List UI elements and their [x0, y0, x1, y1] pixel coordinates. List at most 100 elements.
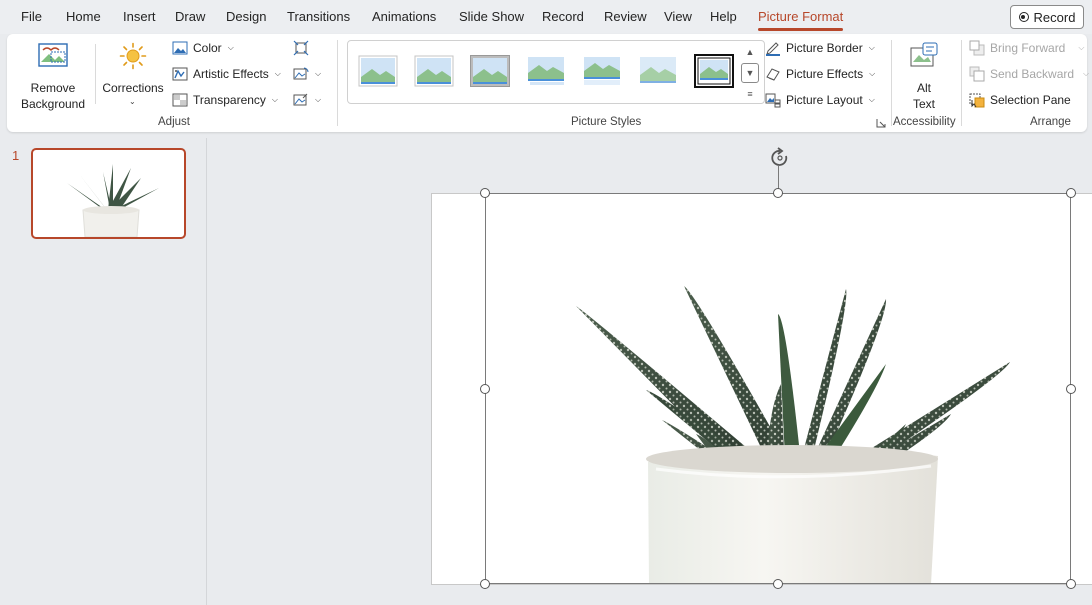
selection-pane-label: Selection Pane — [990, 93, 1071, 107]
resize-handle-bottom-right[interactable] — [1066, 579, 1076, 589]
tab-view[interactable]: View — [664, 9, 692, 24]
tab-design[interactable]: Design — [226, 9, 266, 24]
adjust-group-label: Adjust — [158, 116, 190, 128]
divider — [891, 40, 892, 126]
compress-pictures-icon — [293, 40, 309, 56]
bring-forward-icon — [969, 40, 985, 56]
resize-handle-bottom[interactable] — [773, 579, 783, 589]
picture-style-drop-shadow[interactable] — [526, 55, 566, 87]
gallery-more-button[interactable]: ≡ — [741, 84, 759, 104]
picture-style-beveled-matte[interactable] — [414, 55, 454, 87]
gallery-scroll-down-button[interactable]: ▼ — [741, 63, 759, 83]
picture-style-thumbnail — [694, 54, 734, 88]
resize-handle-right[interactable] — [1066, 384, 1076, 394]
color-button[interactable]: Color ⌵ — [172, 38, 234, 58]
picture-layout-label: Picture Layout — [786, 93, 863, 107]
reset-picture-button[interactable]: ⌵ — [293, 90, 321, 110]
change-picture-icon — [293, 67, 309, 80]
remove-background-button[interactable]: Remove Background — [15, 40, 91, 111]
picture-style-simple-frame-white[interactable] — [358, 55, 398, 87]
artistic-effects-button[interactable]: Artistic Effects ⌵ — [172, 64, 281, 84]
bring-forward-label: Bring Forward — [990, 41, 1066, 55]
alt-text-icon — [910, 42, 938, 67]
ribbon: Remove Background Corrections ⌄ Color ⌵ A… — [7, 34, 1089, 132]
picture-style-thumbnail — [358, 55, 398, 87]
chevron-down-icon: ⌵ — [1083, 69, 1090, 78]
chevron-down-icon: ⌵ — [274, 69, 281, 78]
remove-background-icon — [38, 43, 68, 67]
tab-animations[interactable]: Animations — [372, 9, 436, 24]
picture-effects-button[interactable]: Picture Effects ⌵ — [765, 64, 875, 84]
compress-pictures-button[interactable] — [293, 38, 309, 58]
record-button-label: Record — [1033, 9, 1076, 25]
tab-picture-format[interactable]: Picture Format — [758, 9, 844, 31]
picture-style-reflected[interactable] — [582, 55, 622, 87]
picture-style-thick-black-frame[interactable] — [694, 54, 734, 88]
divider — [95, 44, 96, 104]
send-backward-button[interactable]: Send Backward ⌵ — [969, 64, 1089, 84]
remove-background-label-line1: Remove — [30, 81, 76, 95]
picture-effects-icon — [766, 68, 780, 81]
corrections-button[interactable]: Corrections ⌄ — [99, 40, 167, 106]
slide-thumbnail-plant-image — [67, 164, 159, 237]
change-picture-button[interactable]: ⌵ — [293, 64, 321, 84]
tab-slide-show[interactable]: Slide Show — [459, 9, 524, 24]
accessibility-group-label: Accessibility — [893, 116, 956, 128]
tab-transitions[interactable]: Transitions — [287, 9, 350, 24]
picture-style-metal-frame[interactable] — [470, 55, 510, 87]
resize-handle-top[interactable] — [773, 188, 783, 198]
resize-handle-left[interactable] — [480, 384, 490, 394]
picture-style-thumbnail — [414, 55, 454, 87]
picture-effects-label: Picture Effects — [786, 67, 864, 81]
chevron-down-icon: ⌵ — [315, 95, 322, 104]
rotate-icon — [771, 147, 788, 166]
slide-thumbnail-1[interactable] — [31, 148, 186, 239]
picture-style-thumbnail — [470, 55, 510, 87]
alt-text-label-line1: Alt — [916, 81, 931, 95]
alt-text-label-line2: Text — [912, 97, 935, 111]
artistic-effects-label: Artistic Effects — [193, 67, 269, 81]
transparency-button[interactable]: Transparency ⌵ — [172, 90, 278, 110]
picture-layout-icon — [765, 93, 781, 108]
resize-handle-top-right[interactable] — [1066, 188, 1076, 198]
chevron-up-icon: ▲ — [745, 47, 755, 57]
chevron-down-icon: ⌵ — [315, 69, 322, 78]
picture-style-soft-edge[interactable] — [638, 55, 678, 87]
rotate-handle[interactable] — [768, 147, 792, 169]
selection-pane-icon — [969, 93, 985, 108]
chevron-down-icon: ⌄ — [129, 97, 136, 106]
divider — [337, 40, 338, 126]
tab-help[interactable]: Help — [710, 9, 737, 24]
resize-handle-top-left[interactable] — [480, 188, 490, 198]
picture-styles-group-label: Picture Styles — [571, 116, 642, 128]
picture-border-label: Picture Border — [786, 41, 863, 55]
tab-draw[interactable]: Draw — [175, 9, 205, 24]
arrange-group-label: Arrange — [1030, 116, 1071, 128]
picture-border-pen-icon — [766, 42, 780, 56]
record-button[interactable]: Record — [1010, 5, 1084, 29]
resize-handle-bottom-left[interactable] — [480, 579, 490, 589]
reset-picture-icon — [293, 93, 308, 106]
bring-forward-button[interactable]: Bring Forward ⌵ — [969, 38, 1084, 58]
picture-styles-dialog-launcher[interactable] — [876, 117, 886, 128]
tab-file[interactable]: File — [21, 9, 42, 24]
gallery-scroll-up-button[interactable]: ▲ — [741, 42, 759, 62]
chevron-down-icon: ⌵ — [868, 95, 875, 104]
pane-divider[interactable] — [206, 138, 207, 605]
tab-review[interactable]: Review — [604, 9, 647, 24]
slide-number: 1 — [12, 148, 20, 163]
ribbon-tab-bar: File Home Insert Draw Design Transitions… — [0, 0, 1092, 34]
picture-style-thumbnail — [584, 57, 620, 85]
artistic-effects-icon — [172, 67, 188, 81]
transparency-label: Transparency — [193, 93, 266, 107]
tab-insert[interactable]: Insert — [123, 9, 156, 24]
tab-home[interactable]: Home — [66, 9, 101, 24]
send-backward-label: Send Backward — [990, 67, 1075, 81]
remove-background-label-line2: Background — [20, 97, 86, 111]
picture-layout-button[interactable]: Picture Layout ⌵ — [765, 90, 875, 110]
color-label: Color — [193, 41, 222, 55]
tab-record[interactable]: Record — [542, 9, 584, 24]
picture-border-button[interactable]: Picture Border ⌵ — [765, 38, 875, 58]
selection-pane-button[interactable]: Selection Pane — [969, 90, 1071, 110]
alt-text-button[interactable]: Alt Text — [899, 40, 949, 111]
